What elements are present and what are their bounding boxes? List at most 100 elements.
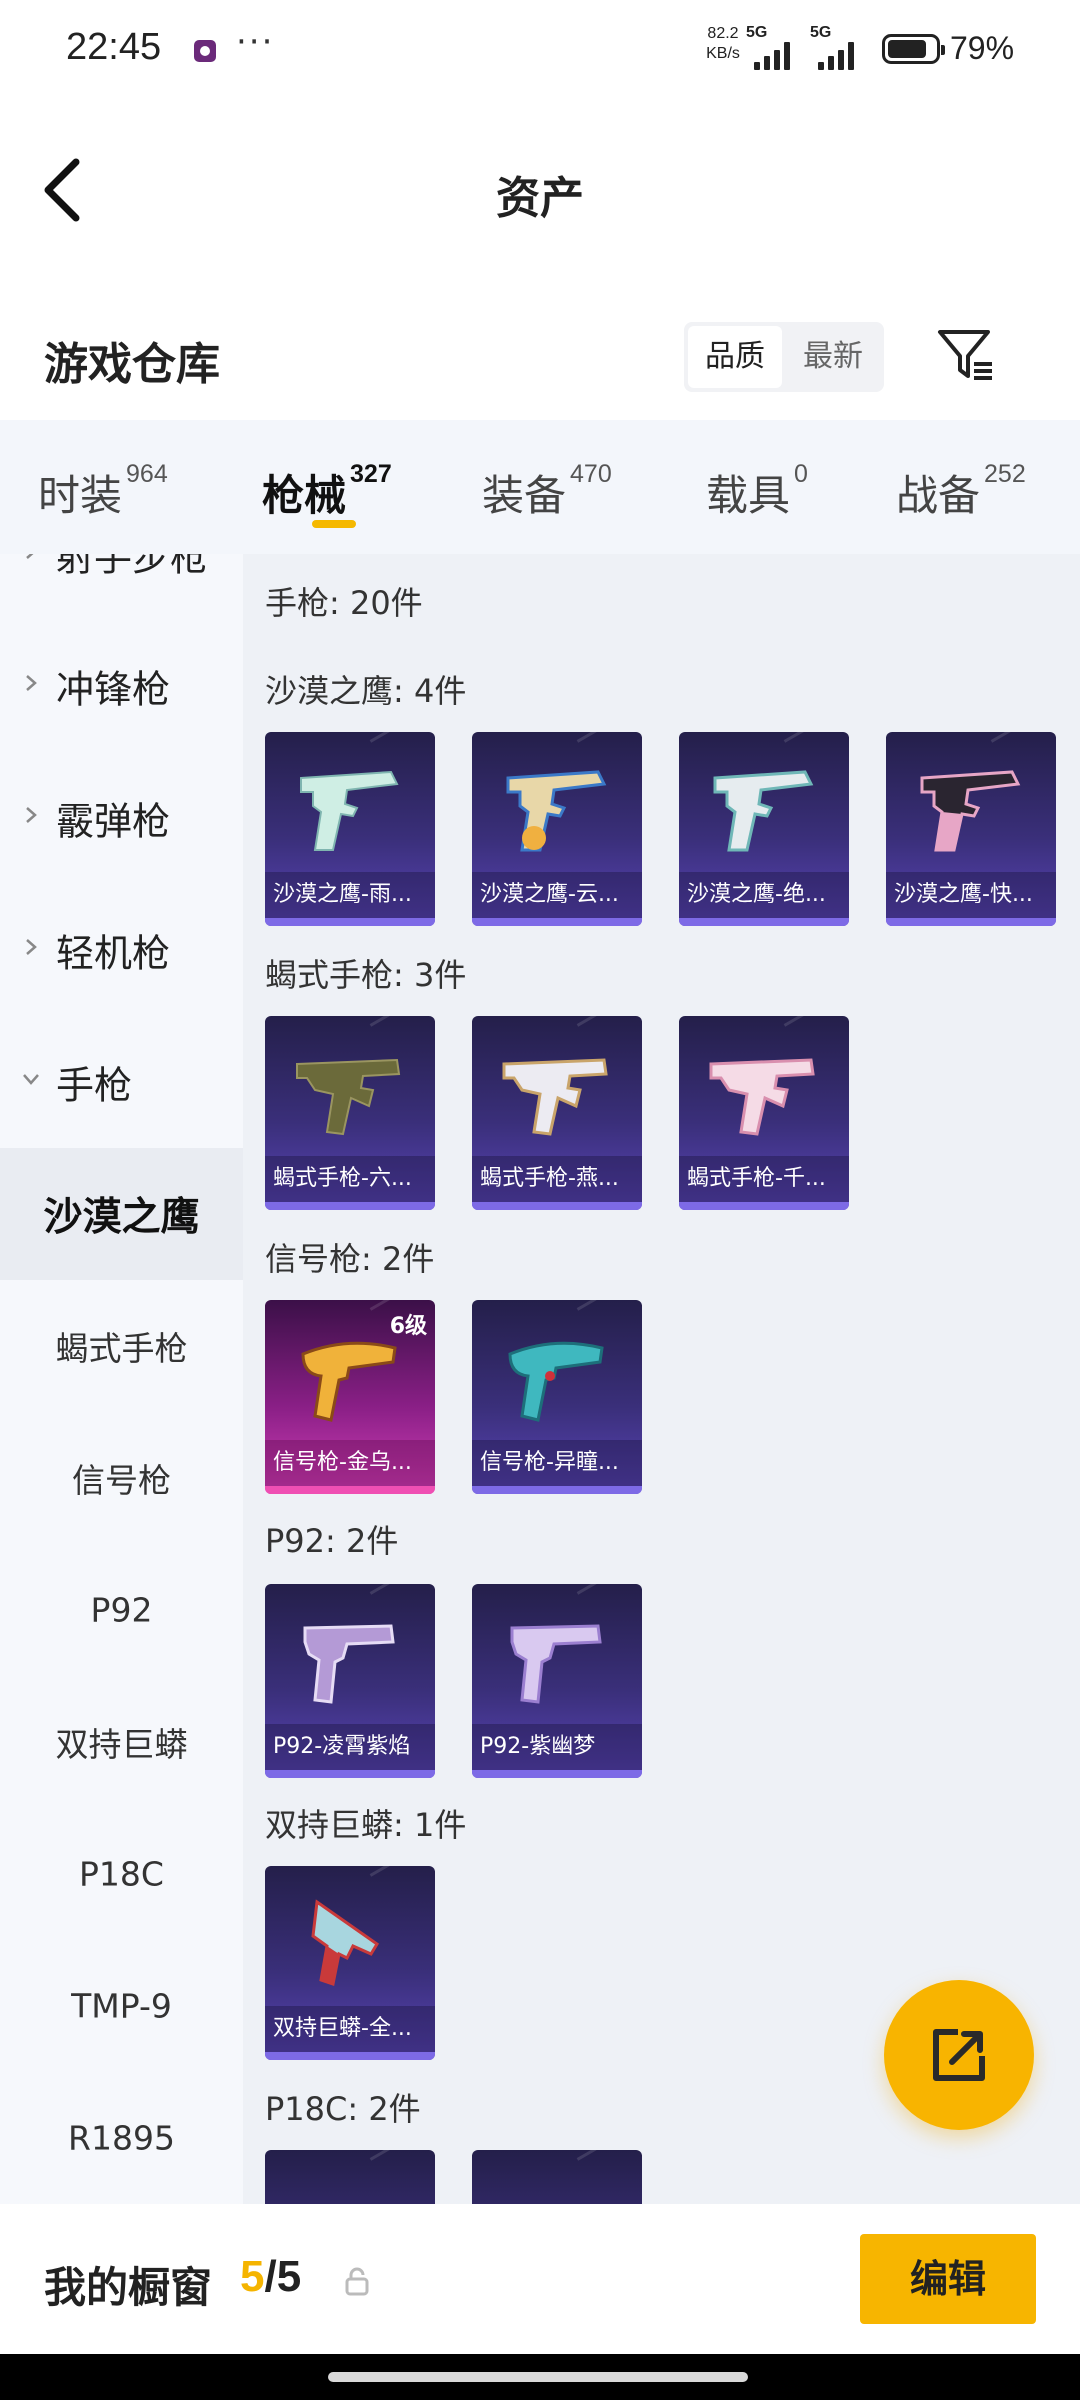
- sidebar-sub-label: 信号枪: [72, 1461, 171, 1500]
- tab-supplies[interactable]: 战备 252: [896, 460, 1026, 522]
- active-tab-indicator: [312, 520, 356, 528]
- sidebar-sub-label: R1895: [68, 2118, 175, 2158]
- pistol-icon: [303, 1624, 395, 1704]
- tab-label: 枪械: [262, 471, 347, 520]
- tab-equipment[interactable]: 装备 470: [482, 460, 612, 522]
- sidebar-sub-label: P18C: [79, 1854, 164, 1894]
- smg-icon: [502, 1058, 608, 1136]
- tab-label: 载具: [706, 471, 791, 520]
- chevron-right-icon: [26, 807, 37, 823]
- smg-icon: [296, 1058, 401, 1136]
- item-card[interactable]: P92-紫幽梦: [472, 1584, 642, 1778]
- item-card[interactable]: 沙漠之鹰-快...: [886, 732, 1056, 926]
- sidebar-sub-label: 沙漠之鹰: [43, 1195, 200, 1240]
- sidebar-item-label: 手枪: [56, 1063, 133, 1108]
- item-card[interactable]: 沙漠之鹰-云...: [472, 732, 642, 926]
- sidebar-item-lmg[interactable]: 轻机枪: [0, 884, 243, 1016]
- item-name: 蝎式手枪-千...: [679, 1156, 849, 1202]
- item-grid-panel: 手枪: 20件 沙漠之鹰: 4件 沙漠之鹰-雨... 沙漠之鹰-云... 沙漠之…: [243, 554, 1080, 2204]
- weapon-category-sidebar: 射手步枪 冲锋枪 霰弹枪 轻机枪 手枪 沙漠之鹰 蝎式手枪 信号枪 P92 双持…: [0, 554, 243, 2204]
- sidebar-item-label: 霰弹枪: [56, 799, 171, 844]
- item-name: 蝎式手枪-六...: [265, 1156, 435, 1202]
- signal-bars-icon: [818, 42, 858, 70]
- sort-newest-button[interactable]: 最新: [786, 326, 880, 388]
- warehouse-header: 游戏仓库 品质 最新: [0, 280, 1080, 420]
- sidebar-sub-r1895[interactable]: R1895: [0, 2072, 243, 2204]
- app-notification-icon: [194, 40, 216, 62]
- revolver-icon: [311, 1899, 380, 1986]
- more-notifications-icon: ···: [236, 22, 275, 62]
- group-title-p92: P92: 2件: [265, 1522, 399, 1560]
- app-header: 资产: [0, 100, 1080, 280]
- item-name: 沙漠之鹰-绝...: [679, 872, 849, 918]
- sidebar-sub-scorpion[interactable]: 蝎式手枪: [0, 1280, 243, 1412]
- sidebar-sub-dual-python[interactable]: 双持巨蟒: [0, 1676, 243, 1808]
- page-title: 资产: [496, 173, 584, 224]
- sidebar-sub-p92[interactable]: P92: [0, 1544, 243, 1676]
- item-card[interactable]: 沙漠之鹰-雨...: [265, 732, 435, 926]
- tab-fashion[interactable]: 时装 964: [38, 460, 168, 522]
- item-name: 沙漠之鹰-快...: [886, 872, 1056, 918]
- item-card[interactable]: 沙漠之鹰-绝...: [679, 732, 849, 926]
- showcase-bar: 我的橱窗 5/5 编辑: [0, 2204, 1080, 2354]
- tab-count: 470: [570, 460, 612, 488]
- showcase-label: 我的橱窗: [44, 2263, 213, 2312]
- sidebar-sub-label: TMP-9: [71, 1986, 172, 2026]
- item-name: 沙漠之鹰-雨...: [265, 872, 435, 918]
- signal-5g-1: 5G: [746, 24, 802, 70]
- pistol-icon: [300, 770, 399, 851]
- item-card[interactable]: 信号枪-异瞳...: [472, 1300, 642, 1494]
- tab-vehicles[interactable]: 载具 0: [706, 460, 808, 522]
- battery-icon: [882, 34, 945, 64]
- item-card[interactable]: [472, 2150, 642, 2204]
- sidebar-sub-label: 双持巨蟒: [55, 1725, 188, 1764]
- showcase-separator: /: [264, 2252, 277, 2301]
- item-card[interactable]: 6级 信号枪-金乌...: [265, 1300, 435, 1494]
- tab-label: 装备: [482, 471, 567, 520]
- sidebar-item-shotgun[interactable]: 霰弹枪: [0, 752, 243, 884]
- system-nav-bar: [0, 2354, 1080, 2400]
- pistol-icon: [506, 770, 607, 852]
- sidebar-item-pistol[interactable]: 手枪: [0, 1016, 243, 1148]
- share-button[interactable]: [884, 1980, 1034, 2130]
- sidebar-item-label: 射手步枪: [56, 554, 209, 580]
- sidebar-sub-label: 蝎式手枪: [55, 1329, 188, 1368]
- group-title-p18c: P18C: 2件: [265, 2090, 421, 2128]
- sidebar-sub-tmp9[interactable]: TMP-9: [0, 1940, 243, 2072]
- filter-icon: [938, 330, 992, 380]
- item-card[interactable]: 双持巨蟒-全...: [265, 1866, 435, 2060]
- sidebar-sub-desert-eagle[interactable]: 沙漠之鹰: [0, 1148, 243, 1280]
- pistol-icon: [920, 770, 1021, 852]
- tab-count: 0: [794, 460, 808, 488]
- status-time: 22:45: [66, 26, 162, 68]
- sort-quality-button[interactable]: 品质: [688, 326, 782, 388]
- flare-gun-icon: [301, 1341, 397, 1422]
- item-card[interactable]: 蝎式手枪-六...: [265, 1016, 435, 1210]
- sidebar-sub-flare-gun[interactable]: 信号枪: [0, 1412, 243, 1544]
- group-title-desert-eagle: 沙漠之鹰: 4件: [265, 672, 467, 710]
- item-name: 沙漠之鹰-云...: [472, 872, 642, 918]
- tab-count: 252: [984, 460, 1026, 488]
- chevron-right-icon: [26, 554, 34, 559]
- tab-firearms[interactable]: 枪械 327: [262, 460, 392, 522]
- warehouse-title: 游戏仓库: [44, 339, 220, 390]
- item-card[interactable]: 蝎式手枪-千...: [679, 1016, 849, 1210]
- item-name: P92-紫幽梦: [472, 1724, 642, 1770]
- home-indicator[interactable]: [328, 2372, 748, 2382]
- status-bar: 22:45 ··· 82.2 KB/s 5G 5G 79%: [0, 0, 1080, 100]
- network-speed-unit: KB/s: [706, 45, 740, 62]
- tab-label: 时装: [38, 471, 123, 520]
- sidebar-item-smg[interactable]: 冲锋枪: [0, 620, 243, 752]
- sidebar-item-marksman-rifle[interactable]: 射手步枪: [0, 554, 243, 620]
- item-card[interactable]: 蝎式手枪-燕...: [472, 1016, 642, 1210]
- group-title-scorpion: 蝎式手枪: 3件: [265, 956, 467, 994]
- edit-button[interactable]: 编辑: [860, 2234, 1036, 2324]
- filter-button[interactable]: [934, 324, 996, 386]
- item-card[interactable]: [265, 2150, 435, 2204]
- item-card[interactable]: P92-凌霄紫焰: [265, 1584, 435, 1778]
- item-name: 信号枪-金乌...: [265, 1440, 435, 1486]
- item-name: P92-凌霄紫焰: [265, 1724, 435, 1770]
- signal-5g-2-label: 5G: [810, 24, 832, 41]
- group-title-flare-gun: 信号枪: 2件: [265, 1240, 435, 1278]
- sidebar-sub-p18c[interactable]: P18C: [0, 1808, 243, 1940]
